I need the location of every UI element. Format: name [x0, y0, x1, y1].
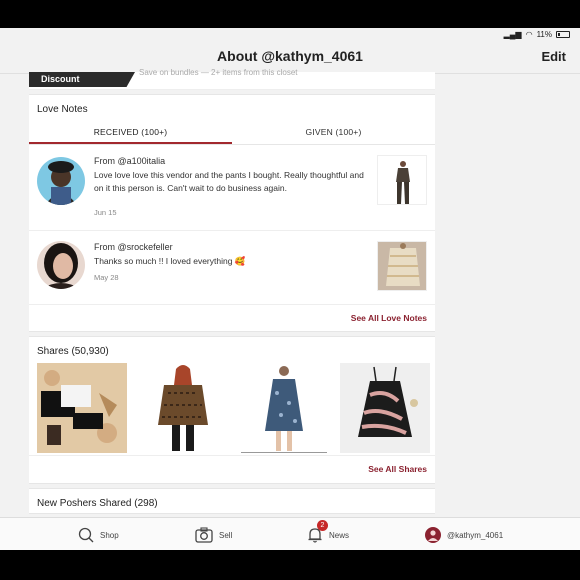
see-all-love-notes-link[interactable]: See All Love Notes	[29, 305, 435, 331]
tab-news[interactable]: 2 News	[307, 520, 350, 543]
bottom-tab-bar: Shop Sell 2 News @kathym_4061	[0, 517, 580, 550]
tab-profile-label: @kathym_4061	[447, 530, 504, 540]
shared-listing-image[interactable]	[239, 363, 329, 453]
avatar-icon	[425, 527, 441, 543]
edit-button[interactable]: Edit	[541, 49, 566, 64]
tab-received[interactable]: RECEIVED (100+)	[29, 121, 232, 144]
page-title: About @kathym_4061	[217, 48, 363, 64]
note-text: Love love love this vendor and the pants…	[94, 170, 364, 193]
tab-profile[interactable]: @kathym_4061	[425, 527, 503, 543]
notification-badge: 2	[317, 520, 328, 531]
shares-card: Shares (50,930) See All Shares	[29, 336, 435, 484]
tab-given[interactable]: GIVEN (100+)	[232, 121, 435, 144]
signal-icon: ▂▄▆	[503, 30, 522, 39]
product-thumbnail[interactable]	[377, 241, 427, 291]
letterbox-top	[0, 0, 580, 28]
wifi-icon: ◠	[525, 30, 533, 39]
product-thumbnail[interactable]	[377, 155, 427, 205]
app-screen: ▂▄▆ ◠ 11% About @kathym_4061 Edit Discou…	[0, 28, 580, 550]
love-note-item[interactable]: From @srockefeller Thanks so much !! I l…	[29, 231, 435, 305]
note-date: Jun 15	[94, 208, 117, 217]
shared-listing-image[interactable]	[340, 363, 430, 453]
tab-shop-label: Shop	[100, 530, 119, 540]
discount-tag: Discount	[29, 72, 135, 87]
discount-strip: Discount Save on bundles — 2+ items from…	[29, 68, 435, 90]
profile-content: Discount Save on bundles — 2+ items from…	[29, 68, 435, 514]
bell-icon-wrapper: 2	[307, 520, 328, 543]
status-bar: ▂▄▆ ◠ 11%	[504, 30, 570, 39]
search-icon	[78, 527, 94, 543]
avatar[interactable]	[37, 241, 85, 289]
love-notes-card: Love Notes RECEIVED (100+) GIVEN (100+) …	[29, 94, 435, 332]
note-text: Thanks so much !! I loved everything 🥰	[94, 256, 246, 266]
shares-title: Shares (50,930)	[37, 346, 109, 357]
camera-icon	[195, 527, 213, 543]
note-from[interactable]: From @srockefeller	[94, 242, 173, 252]
shared-listing-image[interactable]	[37, 363, 127, 453]
love-notes-tabs: RECEIVED (100+) GIVEN (100+)	[29, 121, 435, 145]
note-from[interactable]: From @a100italia	[94, 156, 165, 166]
new-poshers-title: New Poshers Shared (298)	[37, 498, 158, 509]
new-poshers-card: New Poshers Shared (298)	[29, 488, 435, 514]
discount-text: Save on bundles — 2+ items from this clo…	[139, 68, 298, 77]
tab-sell-label: Sell	[219, 530, 233, 540]
love-note-item[interactable]: From @a100italia Love love love this ven…	[29, 145, 435, 231]
tab-shop[interactable]: Shop	[78, 527, 119, 543]
letterbox-bottom	[0, 550, 580, 580]
battery-text: 11%	[536, 30, 552, 39]
note-date: May 28	[94, 273, 119, 282]
see-all-shares-link[interactable]: See All Shares	[29, 455, 435, 483]
shared-listing-image[interactable]	[138, 363, 228, 453]
tab-sell[interactable]: Sell	[195, 527, 232, 543]
tab-news-label: News	[329, 530, 350, 540]
shares-grid	[29, 363, 435, 455]
love-notes-title: Love Notes	[37, 104, 88, 115]
avatar[interactable]	[37, 157, 85, 205]
battery-icon	[556, 31, 570, 38]
